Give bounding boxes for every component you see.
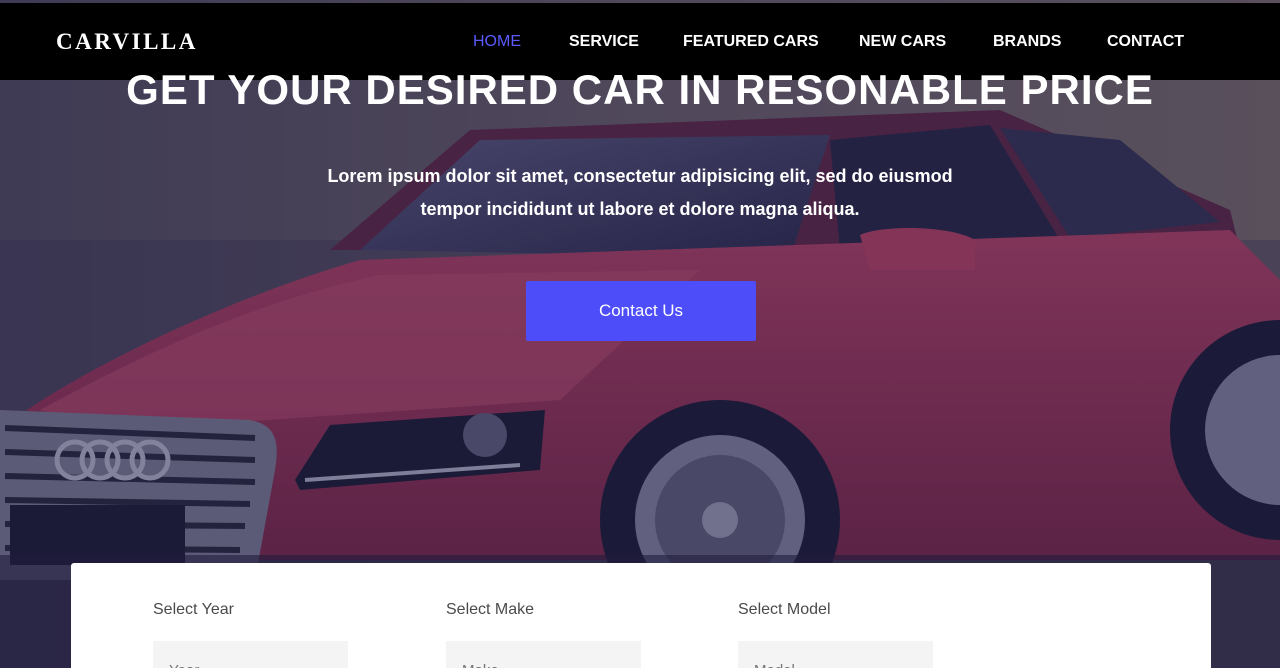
contact-us-button[interactable]: Contact Us <box>526 281 756 341</box>
hero-subtitle-line-1: Lorem ipsum dolor sit amet, consectetur … <box>327 166 953 186</box>
make-select[interactable] <box>446 641 641 668</box>
hero-subtitle: Lorem ipsum dolor sit amet, consectetur … <box>290 160 990 226</box>
year-field: Select Year <box>153 601 353 668</box>
model-field: Select Model <box>738 601 938 668</box>
nav-item-brands[interactable]: BRANDS <box>993 33 1061 51</box>
nav-item-featured-cars[interactable]: FEATURED CARS <box>683 33 819 51</box>
year-select[interactable] <box>153 641 348 668</box>
brand-logo[interactable]: CARVILLA <box>56 29 198 55</box>
nav-item-service[interactable]: SERVICE <box>569 33 639 51</box>
hero-subtitle-line-2: tempor incididunt ut labore et dolore ma… <box>420 199 860 219</box>
hero-title: GET YOUR DESIRED CAR IN RESONABLE PRICE <box>126 66 1154 113</box>
model-select[interactable] <box>738 641 933 668</box>
car-search-panel: Select Year Select Make Select Model <box>71 563 1211 668</box>
model-label: Select Model <box>738 601 831 618</box>
year-label: Select Year <box>153 601 234 618</box>
nav-item-home[interactable]: HOME <box>473 33 521 51</box>
nav-item-new-cars[interactable]: NEW CARS <box>859 33 946 51</box>
make-label: Select Make <box>446 601 535 618</box>
make-field: Select Make <box>446 601 646 668</box>
nav-item-contact[interactable]: CONTACT <box>1107 33 1184 51</box>
